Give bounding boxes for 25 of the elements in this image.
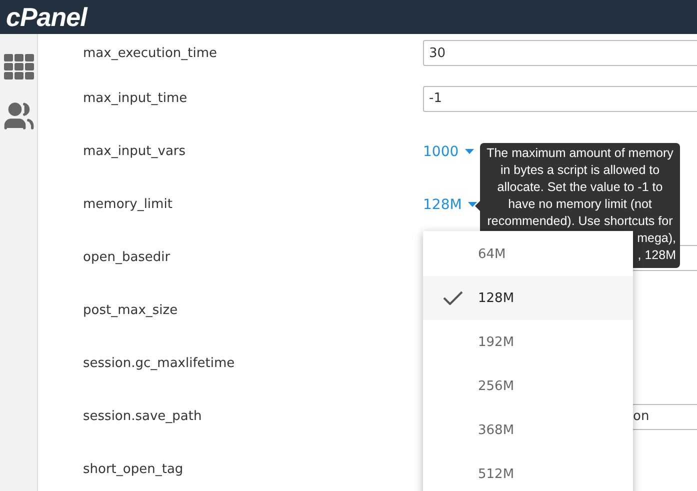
dropdown-option[interactable]: 512M [423, 452, 633, 491]
setting-name: post_max_size [83, 303, 179, 318]
setting-name: max_input_vars [83, 144, 187, 159]
dropdown-option[interactable]: 256M [423, 364, 633, 408]
setting-name: session.gc_maxlifetime [83, 356, 236, 371]
setting-name: session.save_path [83, 409, 203, 424]
setting-name: max_execution_time [83, 46, 218, 60]
caret-icon [464, 149, 474, 154]
grid-icon[interactable] [4, 54, 34, 80]
setting-name: open_basedir [83, 250, 172, 265]
dropdown-option[interactable]: 128M [423, 276, 633, 320]
input-field[interactable]: -1 [423, 86, 697, 112]
logo[interactable]: cPanel [6, 2, 87, 32]
value-dropdown[interactable]: 1000 [423, 144, 474, 160]
input-field[interactable]: 30 [423, 40, 697, 66]
caret-icon [468, 202, 477, 207]
dropdown-option[interactable]: 192M [423, 320, 633, 364]
setting-name: memory_limit [83, 197, 174, 212]
setting-name: max_input_time [83, 91, 188, 106]
dropdown-option[interactable]: 64M [423, 232, 633, 276]
setting-name: short_open_tag [83, 462, 184, 477]
users-icon[interactable] [2, 100, 34, 132]
value-dropdown[interactable]: 128M [423, 196, 477, 212]
check-icon [443, 291, 463, 305]
dropdown-option[interactable]: 368M [423, 408, 633, 452]
